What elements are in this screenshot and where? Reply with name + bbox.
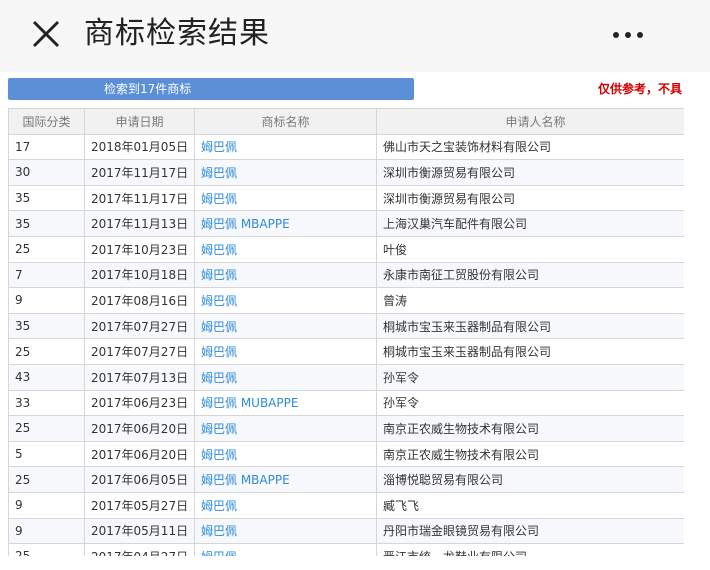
- cell-class: 9: [8, 287, 85, 314]
- cell-class: 25: [8, 235, 85, 263]
- cell-date: 2017年06月20日: [84, 440, 195, 468]
- cell-date: 2017年07月27日: [84, 338, 195, 365]
- cell-class: 25: [8, 338, 85, 365]
- cell-trademark-name[interactable]: 姆巴佩: [194, 517, 377, 545]
- table-row[interactable]: 5 2017年06月20日 姆巴佩 南京正农威生物技术有限公司: [8, 440, 684, 468]
- cell-date: 2017年06月05日: [84, 466, 195, 493]
- cell-applicant: 孙军令: [376, 389, 684, 417]
- table-row[interactable]: 25 2017年06月05日 姆巴佩 MBAPPE 淄博悦聪贸易有限公司: [8, 466, 684, 493]
- cell-trademark-name[interactable]: 姆巴佩: [194, 287, 377, 314]
- cell-class: 17: [8, 133, 85, 161]
- more-horizontal-icon: [613, 32, 643, 38]
- column-header-trademark: 商标名称: [194, 108, 377, 135]
- cell-applicant: 丹阳市瑞金眼镜贸易有限公司: [376, 517, 684, 545]
- cell-trademark-name[interactable]: 姆巴佩: [194, 491, 377, 519]
- cell-applicant: 南京正农威生物技术有限公司: [376, 415, 684, 442]
- column-header-date: 申请日期: [84, 108, 195, 135]
- cell-trademark-name[interactable]: 姆巴佩: [194, 338, 377, 365]
- cell-applicant: 曾涛: [376, 287, 684, 314]
- table-row[interactable]: 30 2017年11月17日 姆巴佩 深圳市衡源贸易有限公司: [8, 159, 684, 186]
- result-count-bar: 检索到17件商标: [8, 78, 414, 100]
- cell-date: 2017年08月16日: [84, 287, 195, 314]
- cell-class: 35: [8, 184, 85, 212]
- column-header-applicant: 申请人名称: [376, 108, 684, 135]
- cell-applicant: 南京正农威生物技术有限公司: [376, 440, 684, 468]
- cell-class: 35: [8, 210, 85, 237]
- table-row[interactable]: 9 2017年05月27日 姆巴佩 臧飞飞: [8, 491, 684, 519]
- cell-trademark-name[interactable]: 姆巴佩 MBAPPE: [194, 466, 377, 493]
- cell-class: 43: [8, 363, 85, 391]
- cell-trademark-name[interactable]: 姆巴佩: [194, 312, 377, 340]
- cell-trademark-name[interactable]: 姆巴佩: [194, 363, 377, 391]
- cell-date: 2017年05月11日: [84, 517, 195, 545]
- page-title: 商标检索结果: [84, 16, 270, 51]
- cell-date: 2017年10月18日: [84, 261, 195, 289]
- cell-date: 2017年06月20日: [84, 415, 195, 442]
- table-row[interactable]: 35 2017年07月27日 姆巴佩 桐城市宝玉来玉器制品有限公司: [8, 312, 684, 340]
- table-row[interactable]: 35 2017年11月17日 姆巴佩 深圳市衡源贸易有限公司: [8, 184, 684, 212]
- disclaimer-notice: 仅供参考，不具: [598, 82, 683, 96]
- table-row[interactable]: 9 2017年05月11日 姆巴佩 丹阳市瑞金眼镜贸易有限公司: [8, 517, 684, 545]
- cell-date: 2017年11月17日: [84, 159, 195, 186]
- table-row[interactable]: 25 2017年07月27日 姆巴佩 桐城市宝玉来玉器制品有限公司: [8, 338, 684, 365]
- table-row[interactable]: 9 2017年08月16日 姆巴佩 曾涛: [8, 287, 684, 314]
- close-button[interactable]: [28, 16, 64, 52]
- close-icon: [32, 20, 60, 48]
- cell-class: 5: [8, 440, 85, 468]
- cell-applicant: 永康市南征工贸股份有限公司: [376, 261, 684, 289]
- cell-date: 2017年05月27日: [84, 491, 195, 519]
- cell-applicant: 淄博悦聪贸易有限公司: [376, 466, 684, 493]
- cell-class: 25: [8, 415, 85, 442]
- cell-applicant: 臧飞飞: [376, 491, 684, 519]
- cell-date: 2018年01月05日: [84, 133, 195, 161]
- results-table-container: 国际分类 申请日期 商标名称 申请人名称 17 2018年01月05日 姆巴佩 佛山市…: [8, 108, 684, 570]
- table-row[interactable]: 43 2017年07月13日 姆巴佩 孙军令: [8, 363, 684, 391]
- cell-class: 35: [8, 312, 85, 340]
- cell-class: 9: [8, 491, 85, 519]
- cell-applicant: 叶俊: [376, 235, 684, 263]
- app-header: 商标检索结果: [0, 0, 710, 72]
- cell-trademark-name[interactable]: 姆巴佩: [194, 184, 377, 212]
- cell-class: 33: [8, 389, 85, 417]
- cell-date: 2017年10月23日: [84, 235, 195, 263]
- cell-trademark-name[interactable]: 姆巴佩: [194, 440, 377, 468]
- cell-date: 2017年07月27日: [84, 312, 195, 340]
- cell-trademark-name[interactable]: 姆巴佩 MUBAPPE: [194, 389, 377, 417]
- table-header-row: 国际分类 申请日期 商标名称 申请人名称: [8, 108, 684, 135]
- cell-applicant: 深圳市衡源贸易有限公司: [376, 184, 684, 212]
- cell-trademark-name[interactable]: 姆巴佩: [194, 261, 377, 289]
- cell-class: 25: [8, 466, 85, 493]
- results-table: 国际分类 申请日期 商标名称 申请人名称 17 2018年01月05日 姆巴佩 佛山市…: [8, 108, 684, 570]
- table-row[interactable]: 25 2017年06月20日 姆巴佩 南京正农威生物技术有限公司: [8, 415, 684, 442]
- column-header-class: 国际分类: [8, 108, 85, 135]
- cell-date: 2017年07月13日: [84, 363, 195, 391]
- cell-trademark-name[interactable]: 姆巴佩: [194, 235, 377, 263]
- cell-class: 9: [8, 517, 85, 545]
- page-bottom: [0, 556, 710, 570]
- cell-applicant: 桐城市宝玉来玉器制品有限公司: [376, 338, 684, 365]
- more-button[interactable]: [606, 20, 650, 50]
- cell-class: 7: [8, 261, 85, 289]
- table-row[interactable]: 35 2017年11月13日 姆巴佩 MBAPPE 上海汉巢汽车配件有限公司: [8, 210, 684, 237]
- cell-class: 30: [8, 159, 85, 186]
- cell-trademark-name[interactable]: 姆巴佩: [194, 133, 377, 161]
- cell-trademark-name[interactable]: 姆巴佩: [194, 159, 377, 186]
- cell-applicant: 佛山市天之宝装饰材料有限公司: [376, 133, 684, 161]
- table-row[interactable]: 17 2018年01月05日 姆巴佩 佛山市天之宝装饰材料有限公司: [8, 133, 684, 161]
- cell-trademark-name[interactable]: 姆巴佩 MBAPPE: [194, 210, 377, 237]
- cell-date: 2017年11月13日: [84, 210, 195, 237]
- table-row[interactable]: 33 2017年06月23日 姆巴佩 MUBAPPE 孙军令: [8, 389, 684, 417]
- table-row[interactable]: 7 2017年10月18日 姆巴佩 永康市南征工贸股份有限公司: [8, 261, 684, 289]
- cell-applicant: 上海汉巢汽车配件有限公司: [376, 210, 684, 237]
- cell-applicant: 深圳市衡源贸易有限公司: [376, 159, 684, 186]
- cell-date: 2017年11月17日: [84, 184, 195, 212]
- table-row[interactable]: 25 2017年10月23日 姆巴佩 叶俊: [8, 235, 684, 263]
- cell-applicant: 桐城市宝玉来玉器制品有限公司: [376, 312, 684, 340]
- cell-date: 2017年06月23日: [84, 389, 195, 417]
- cell-applicant: 孙军令: [376, 363, 684, 391]
- cell-trademark-name[interactable]: 姆巴佩: [194, 415, 377, 442]
